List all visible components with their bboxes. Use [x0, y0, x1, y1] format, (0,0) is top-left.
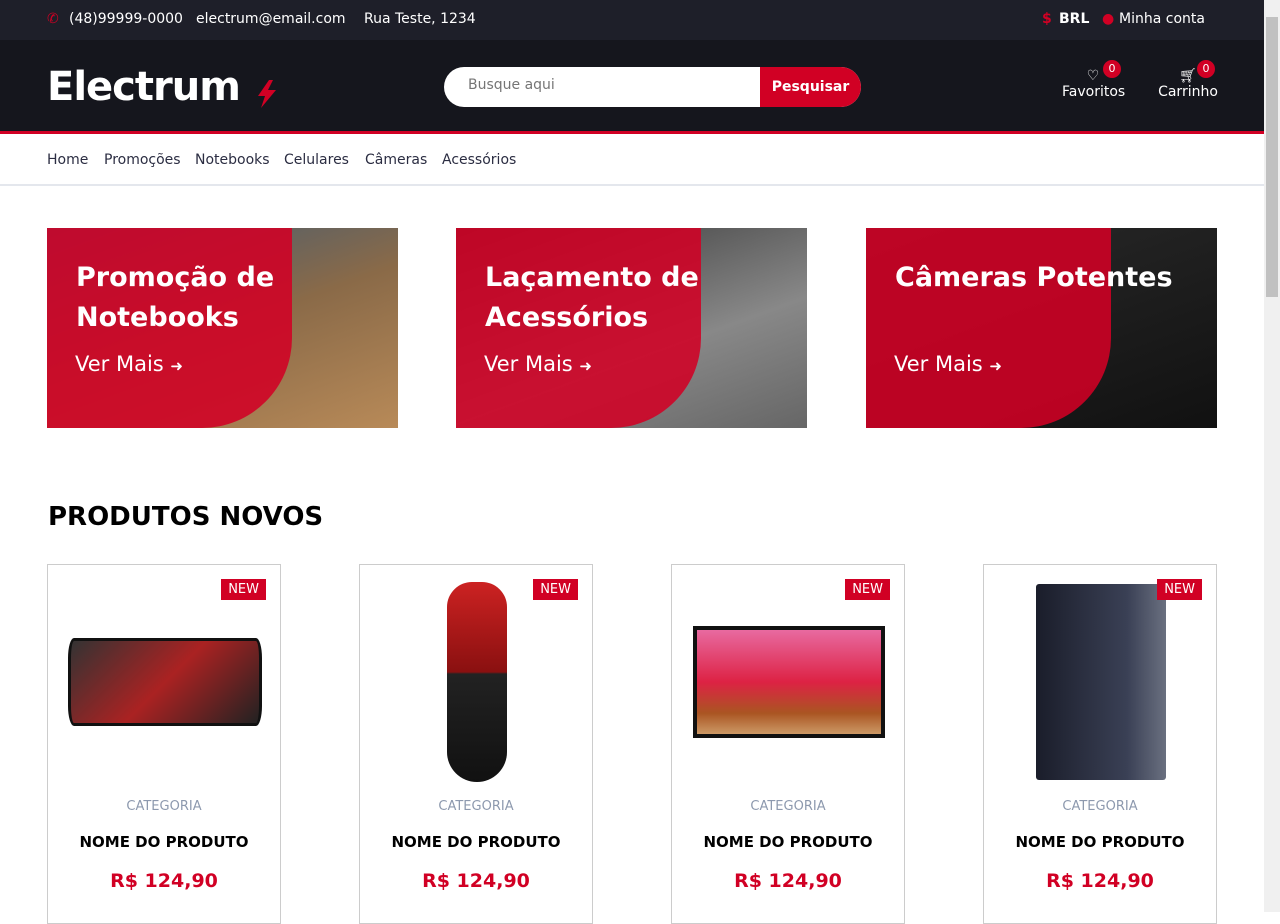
product-category: CATEGORIA: [126, 799, 202, 814]
new-badge: NEW: [1157, 579, 1202, 600]
logo[interactable]: Electrum: [47, 64, 241, 110]
product-name[interactable]: NOME DO PRODUTO: [672, 833, 904, 851]
nav-celulares[interactable]: Celulares: [284, 152, 349, 168]
product-category: CATEGORIA: [750, 799, 826, 814]
banner-cameras[interactable]: Câmeras Potentes Ver Mais ➜: [866, 228, 1217, 428]
nav-home[interactable]: Home: [47, 152, 88, 168]
address-link[interactable]: Rua Teste, 1234: [364, 11, 476, 27]
banner-link[interactable]: Ver Mais ➜: [75, 352, 183, 376]
search-form: Pesquisar: [444, 67, 861, 107]
banner-notebooks[interactable]: Promoção de Notebooks Ver Mais ➜: [47, 228, 398, 428]
product-card[interactable]: NEW CATEGORIA NOME DO PRODUTO R$ 124,90: [359, 564, 593, 924]
search-input[interactable]: [468, 77, 748, 93]
nav-cameras[interactable]: Câmeras: [365, 152, 427, 168]
arrow-circle-icon: ➜: [989, 357, 1002, 375]
product-name[interactable]: NOME DO PRODUTO: [48, 833, 280, 851]
product-card[interactable]: NEW CATEGORIA NOME DO PRODUTO R$ 124,90: [983, 564, 1217, 924]
banner-acessorios[interactable]: Laçamento de Acessórios Ver Mais ➜: [456, 228, 807, 428]
product-image: [375, 579, 579, 785]
product-card[interactable]: NEW CATEGORIA NOME DO PRODUTO R$ 124,90: [671, 564, 905, 924]
banner-link[interactable]: Ver Mais ➜: [484, 352, 592, 376]
product-image: [63, 579, 267, 785]
scrollbar[interactable]: [1264, 0, 1280, 912]
product-price: R$ 124,90: [734, 870, 842, 892]
email-link[interactable]: electrum@email.com: [196, 11, 346, 27]
arrow-circle-icon: ➜: [170, 357, 183, 375]
nav-acessorios[interactable]: Acessórios: [442, 152, 516, 168]
cart-badge: 0: [1197, 60, 1215, 78]
product-name[interactable]: NOME DO PRODUTO: [984, 833, 1216, 851]
favorites-label: Favoritos: [1062, 84, 1126, 100]
favorites-button[interactable]: ♡ 0 Favoritos: [1062, 60, 1126, 100]
header: Electrum Pesquisar ♡ 0 Favoritos 🛒︎ 0 Ca…: [0, 40, 1264, 134]
phone-link[interactable]: (48)99999-0000: [69, 11, 183, 27]
nav-promocoes[interactable]: Promoções: [104, 152, 181, 168]
product-category: CATEGORIA: [1062, 799, 1138, 814]
new-badge: NEW: [845, 579, 890, 600]
banner-title: Câmeras Potentes: [895, 262, 1173, 293]
new-badge: NEW: [221, 579, 266, 600]
section-title: PRODUTOS NOVOS: [48, 502, 324, 532]
currency-link[interactable]: BRL: [1059, 11, 1089, 27]
account-link[interactable]: Minha conta: [1119, 11, 1205, 27]
banner-title: Laçamento de Acessórios: [485, 262, 699, 333]
product-card[interactable]: NEW CATEGORIA NOME DO PRODUTO R$ 124,90: [47, 564, 281, 924]
scrollbar-thumb[interactable]: [1266, 17, 1278, 297]
banner-link[interactable]: Ver Mais ➜: [894, 352, 1002, 376]
search-button[interactable]: Pesquisar: [760, 67, 861, 107]
product-name[interactable]: NOME DO PRODUTO: [360, 833, 592, 851]
top-bar: ✆ (48)99999-0000 electrum@email.com Rua …: [0, 0, 1264, 40]
product-image: [999, 579, 1203, 785]
nav-notebooks[interactable]: Notebooks: [195, 152, 270, 168]
bolt-icon: [258, 80, 276, 108]
product-category: CATEGORIA: [438, 799, 514, 814]
arrow-circle-icon: ➜: [579, 357, 592, 375]
banner-title: Promoção de Notebooks: [76, 262, 275, 333]
product-image: [687, 579, 891, 785]
phone-icon: ✆: [47, 11, 59, 27]
product-price: R$ 124,90: [422, 870, 530, 892]
new-badge: NEW: [533, 579, 578, 600]
dollar-icon: $: [1042, 11, 1052, 27]
user-icon: ●: [1102, 11, 1115, 27]
product-price: R$ 124,90: [110, 870, 218, 892]
cart-button[interactable]: 🛒︎ 0 Carrinho: [1157, 60, 1219, 100]
product-price: R$ 124,90: [1046, 870, 1154, 892]
cart-label: Carrinho: [1158, 84, 1218, 100]
main-nav: Home Promoções Notebooks Celulares Câmer…: [0, 137, 1264, 186]
favorites-badge: 0: [1103, 60, 1121, 78]
